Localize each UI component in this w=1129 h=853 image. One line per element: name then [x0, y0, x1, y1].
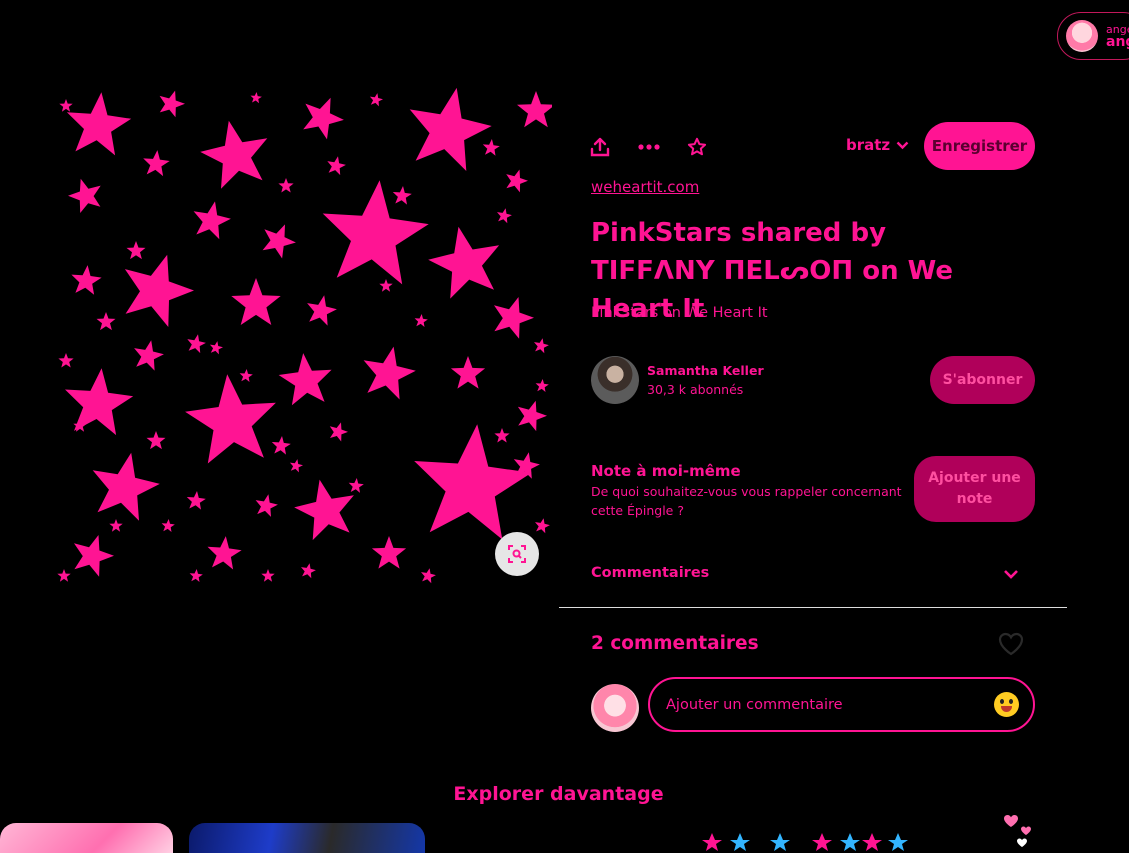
share-icon [590, 137, 610, 157]
source-link[interactable]: weheartit.com [591, 178, 699, 196]
chevron-down-icon [896, 141, 909, 149]
emoji-icon[interactable] [994, 692, 1019, 717]
board-dropdown[interactable]: bratz [846, 136, 909, 154]
pink-stars-image [57, 87, 552, 584]
more-icon [638, 144, 660, 150]
comments-count: 2 commentaires [591, 633, 759, 654]
related-pin[interactable] [189, 823, 425, 853]
visual-search-button[interactable] [495, 532, 539, 576]
note-subtitle: De quoi souhaitez-vous vous rappeler con… [591, 484, 902, 518]
follow-button[interactable]: S'abonner [930, 356, 1035, 404]
more-options-button[interactable] [638, 136, 660, 158]
account-avatar [1066, 20, 1098, 52]
visual-search-icon [508, 545, 526, 563]
save-button[interactable]: Enregistrer [924, 122, 1035, 170]
board-name: bratz [846, 136, 891, 154]
account-label: ange ang [1106, 23, 1129, 49]
hearts-decoration [1004, 815, 1031, 847]
chevron-down-icon[interactable] [1000, 563, 1022, 585]
comments-toggle-label[interactable]: Commentaires [591, 565, 709, 581]
related-pin[interactable] [0, 823, 173, 853]
pin-description: PinkStars on We Heart It [591, 305, 768, 321]
note-title: Note à moi-même [591, 462, 741, 480]
account-name: ang [1106, 34, 1129, 50]
divider [559, 607, 1067, 608]
pin-image[interactable] [56, 86, 552, 586]
explore-heading: Explorer davantage [453, 783, 664, 805]
related-pin[interactable] [700, 829, 920, 853]
creator-avatar[interactable] [591, 356, 639, 404]
comment-input[interactable] [648, 677, 1035, 732]
creator-name[interactable]: Samantha Keller [647, 363, 764, 378]
favorite-button[interactable] [686, 136, 708, 158]
account-switcher[interactable]: ange ang [1057, 12, 1129, 60]
heart-icon[interactable] [997, 631, 1025, 657]
add-note-button[interactable]: Ajouter une note [914, 456, 1035, 522]
star-icon [687, 137, 707, 156]
user-avatar [591, 684, 639, 732]
creator-followers: 30,3 k abonnés [647, 382, 744, 397]
share-button[interactable] [589, 136, 611, 158]
